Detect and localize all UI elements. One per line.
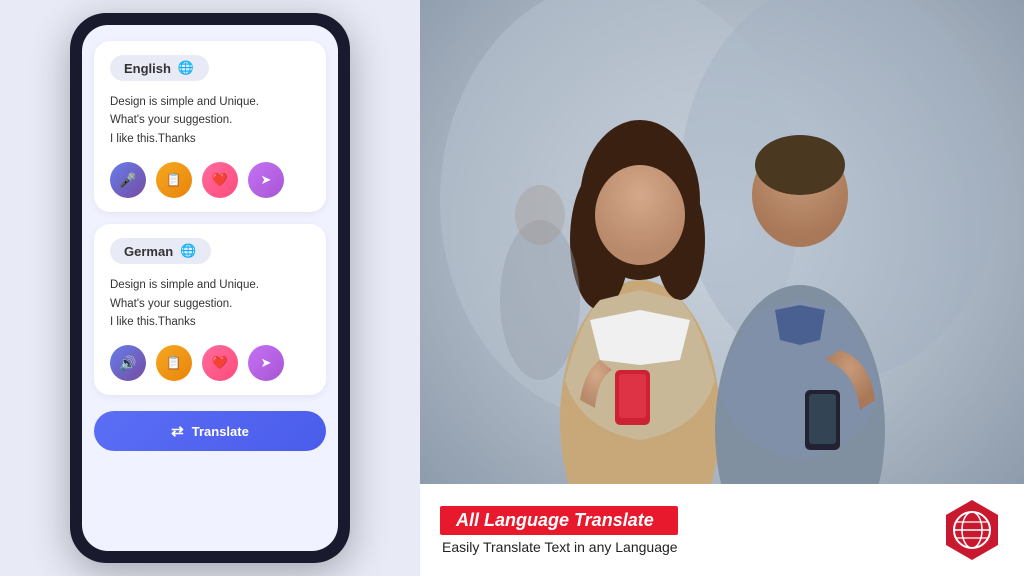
like-button-target[interactable]: ❤️ <box>202 345 238 381</box>
target-action-buttons: 🔊 📋 ❤️ ➤ <box>110 345 310 381</box>
source-lang-pill[interactable]: English 🌐 <box>110 55 209 81</box>
like-button-source[interactable]: ❤️ <box>202 162 238 198</box>
left-panel: English 🌐 Design is simple and Unique. W… <box>0 0 420 576</box>
copy-button-target[interactable]: 📋 <box>156 345 192 381</box>
mic-button[interactable]: 🎤 <box>110 162 146 198</box>
speaker-button[interactable]: 🔊 <box>110 345 146 381</box>
target-globe-icon: 🌐 <box>179 242 197 260</box>
copy-button-source[interactable]: 📋 <box>156 162 192 198</box>
banner-content: All Language Translate Easily Translate … <box>440 506 678 555</box>
source-globe-icon: 🌐 <box>177 59 195 77</box>
target-lang-pill[interactable]: German 🌐 <box>110 238 211 264</box>
share-button-target[interactable]: ➤ <box>248 345 284 381</box>
heart-icon-target: ❤️ <box>212 355 228 371</box>
target-lang-selector[interactable]: German 🌐 <box>110 238 310 264</box>
share-icon-target: ➤ <box>261 355 272 371</box>
app-logo <box>940 498 1004 562</box>
copy-icon-target: 📋 <box>166 355 182 371</box>
right-panel: All Language Translate Easily Translate … <box>420 0 1024 576</box>
translate-button-label: Translate <box>192 424 249 439</box>
target-text: Design is simple and Unique. What's your… <box>110 276 310 331</box>
banner-title: All Language Translate <box>440 506 678 535</box>
phone-mockup: English 🌐 Design is simple and Unique. W… <box>70 13 350 563</box>
translate-icon: ⇄ <box>171 422 184 440</box>
phone-screen: English 🌐 Design is simple and Unique. W… <box>82 25 338 551</box>
mic-icon: 🎤 <box>119 172 136 189</box>
copy-icon: 📋 <box>166 172 182 188</box>
target-card: German 🌐 Design is simple and Unique. Wh… <box>94 224 326 395</box>
bottom-banner: All Language Translate Easily Translate … <box>420 484 1024 576</box>
heart-icon: ❤️ <box>212 172 228 188</box>
source-action-buttons: 🎤 📋 ❤️ ➤ <box>110 162 310 198</box>
source-card: English 🌐 Design is simple and Unique. W… <box>94 41 326 212</box>
translate-button[interactable]: ⇄ Translate <box>94 411 326 451</box>
speaker-icon: 🔊 <box>119 355 136 372</box>
share-button-source[interactable]: ➤ <box>248 162 284 198</box>
banner-subtitle: Easily Translate Text in any Language <box>440 539 678 555</box>
source-lang-selector[interactable]: English 🌐 <box>110 55 310 81</box>
target-language-label: German <box>124 244 173 259</box>
source-language-label: English <box>124 61 171 76</box>
share-icon: ➤ <box>261 172 272 188</box>
source-text: Design is simple and Unique. What's your… <box>110 93 310 148</box>
